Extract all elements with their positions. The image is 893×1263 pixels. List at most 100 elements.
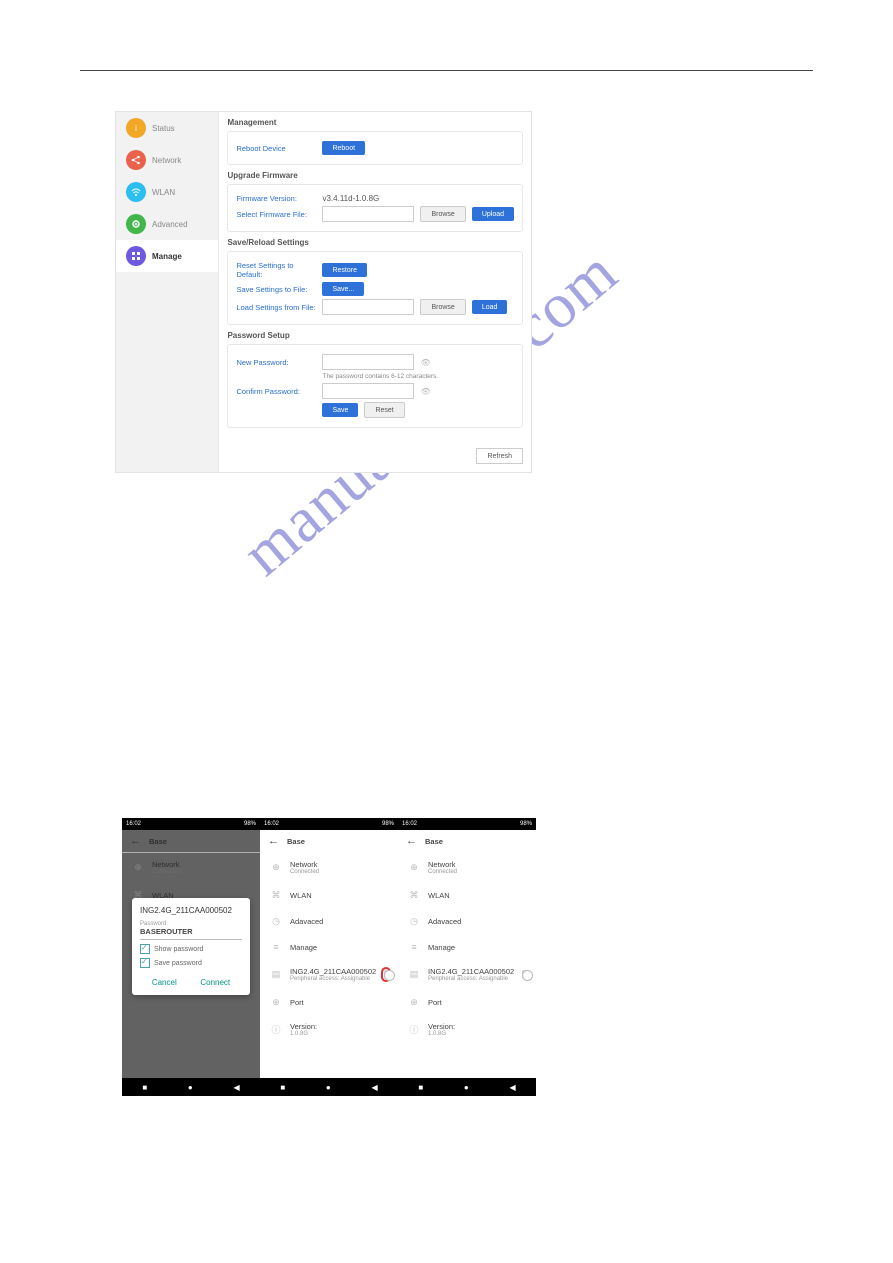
dialog-cancel-button[interactable]: Cancel xyxy=(152,978,177,987)
phone-title: Base xyxy=(287,837,305,846)
save-file-button[interactable]: Save... xyxy=(322,282,364,296)
checkbox-icon xyxy=(140,944,150,954)
router-sidebar: i Status Network WLAN Advanced Manage xyxy=(116,112,219,472)
eye-icon[interactable]: 👁 xyxy=(420,387,430,396)
upgrade-panel: Firmware Version: v3.4.11d-1.0.8G Select… xyxy=(227,184,523,232)
refresh-button[interactable]: Refresh xyxy=(476,448,523,464)
menu-item-version[interactable]: ⓘ Version: 1.0.8G xyxy=(260,1015,398,1044)
back-icon[interactable]: ← xyxy=(406,835,417,847)
phone-statusbar: 16:02 98% xyxy=(122,818,260,830)
pw-save-button[interactable]: Save xyxy=(322,403,358,417)
sidebar-item-status[interactable]: i Status xyxy=(116,112,218,144)
phone-header: ← Base xyxy=(398,830,536,853)
phone-3: 16:02 98% ← Base ⊕ Network Connected ⌘ W… xyxy=(398,818,536,1096)
sidebar-label: Advanced xyxy=(152,220,188,229)
nav-home-icon[interactable]: ● xyxy=(464,1083,469,1092)
menu-item-network[interactable]: ⊕ Network Connected xyxy=(398,853,536,882)
confirm-pw-label: Confirm Password: xyxy=(236,387,316,396)
dialog-ssid: ING2.4G_211CAA000502 xyxy=(140,906,242,915)
management-section: Management Reboot Device Reboot xyxy=(227,118,523,165)
phone-header: ← Base xyxy=(260,830,398,853)
nav-back-icon[interactable]: ◀ xyxy=(371,1083,377,1092)
manage-icon: ≡ xyxy=(408,941,420,953)
info-icon: ⓘ xyxy=(408,1024,420,1036)
phone-1: 16:02 98% ← Base ⊕ Network Connected ⌘ W… xyxy=(122,818,260,1096)
save-reload-section: Save/Reload Settings Reset Settings to D… xyxy=(227,238,523,325)
nav-home-icon[interactable]: ● xyxy=(326,1083,331,1092)
menu-item-manage[interactable]: ≡ Manage xyxy=(398,934,536,960)
save-password-checkbox[interactable]: Save password xyxy=(140,958,242,968)
menu-item-port[interactable]: ⊕ Port xyxy=(260,989,398,1015)
port-icon: ⊕ xyxy=(270,996,282,1008)
nav-back-icon[interactable]: ◀ xyxy=(233,1083,239,1092)
menu-item-device[interactable]: ▤ ING2.4G_211CAA000502 Peripheral access… xyxy=(398,960,536,989)
menu-item-wlan[interactable]: ⌘ WLAN xyxy=(260,882,398,908)
status-right: 98% xyxy=(244,821,256,827)
dialog-pw-input[interactable]: BASEROUTER xyxy=(140,927,242,940)
nav-recent-icon[interactable]: ■ xyxy=(418,1083,423,1092)
menu-item-manage[interactable]: ≡ Manage xyxy=(260,934,398,960)
status-time: 16:02 xyxy=(126,821,141,827)
nav-recent-icon[interactable]: ■ xyxy=(142,1083,147,1092)
menu-item-version[interactable]: ⓘ Version: 1.0.8G xyxy=(398,1015,536,1044)
menu-item-port[interactable]: ⊕ Port xyxy=(398,989,536,1015)
show-password-checkbox[interactable]: Show password xyxy=(140,944,242,954)
router-main: Management Reboot Device Reboot Upgrade … xyxy=(219,112,531,472)
load-browse-button[interactable]: Browse xyxy=(420,299,465,315)
sidebar-item-advanced[interactable]: Advanced xyxy=(116,208,218,240)
reboot-button[interactable]: Reboot xyxy=(322,141,365,155)
menu-item-wlan[interactable]: ⌘ WLAN xyxy=(398,882,536,908)
confirm-pw-input[interactable] xyxy=(322,383,414,399)
upgrade-section: Upgrade Firmware Firmware Version: v3.4.… xyxy=(227,171,523,232)
menu-item-advanced[interactable]: ◷ Adavaced xyxy=(398,908,536,934)
network-icon: ⊕ xyxy=(270,862,282,874)
browse-button[interactable]: Browse xyxy=(420,206,465,222)
load-button[interactable]: Load xyxy=(472,300,508,314)
new-pw-input[interactable] xyxy=(322,354,414,370)
phone-2: 16:02 98% ← Base ⊕ Network Connected ⌘ W… xyxy=(260,818,398,1096)
new-pw-label: New Password: xyxy=(236,358,316,367)
select-fw-input[interactable] xyxy=(322,206,414,222)
status-right: 98% xyxy=(382,821,394,827)
save-reload-panel: Reset Settings to Default: Restore Save … xyxy=(227,251,523,325)
menu-item-advanced[interactable]: ◷ Adavaced xyxy=(260,908,398,934)
load-file-input[interactable] xyxy=(322,299,414,315)
password-title: Password Setup xyxy=(227,331,523,340)
sidebar-label: Network xyxy=(152,156,181,165)
upload-button[interactable]: Upload xyxy=(472,207,514,221)
back-icon[interactable]: ← xyxy=(130,835,141,847)
wifi-icon: ⌘ xyxy=(270,889,282,901)
menu-item-network[interactable]: ⊕ Network Connected xyxy=(122,853,260,882)
grid-icon xyxy=(126,246,146,266)
manage-icon: ≡ xyxy=(270,941,282,953)
advanced-icon: ◷ xyxy=(408,915,420,927)
sidebar-label: Manage xyxy=(152,252,182,261)
menu-item-device[interactable]: ▤ ING2.4G_211CAA000502 Peripheral access… xyxy=(260,960,398,989)
nav-home-icon[interactable]: ● xyxy=(188,1083,193,1092)
reboot-label: Reboot Device xyxy=(236,144,316,153)
nav-back-icon[interactable]: ◀ xyxy=(509,1083,515,1092)
network-icon: ⊕ xyxy=(132,862,144,874)
sidebar-item-wlan[interactable]: WLAN xyxy=(116,176,218,208)
sidebar-label: WLAN xyxy=(152,188,175,197)
wifi-connect-dialog: ING2.4G_211CAA000502 Password BASEROUTER… xyxy=(132,898,250,995)
page-top-rule xyxy=(80,70,813,71)
sidebar-label: Status xyxy=(152,124,175,133)
dialog-connect-button[interactable]: Connect xyxy=(200,978,230,987)
info-icon: i xyxy=(126,118,146,138)
menu-item-network[interactable]: ⊕ Network Connected xyxy=(260,853,398,882)
phone-statusbar: 16:02 98% xyxy=(260,818,398,830)
pw-reset-button[interactable]: Reset xyxy=(364,402,404,418)
sidebar-item-manage[interactable]: Manage xyxy=(116,240,218,272)
restore-button[interactable]: Restore xyxy=(322,263,367,277)
device-toggle[interactable] xyxy=(384,970,388,979)
password-panel: New Password: 👁 The password contains 6-… xyxy=(227,344,523,428)
nav-recent-icon[interactable]: ■ xyxy=(280,1083,285,1092)
pw-hint: The password contains 6-12 characters. xyxy=(322,373,438,380)
back-icon[interactable]: ← xyxy=(268,835,279,847)
device-toggle[interactable] xyxy=(522,970,526,979)
info-icon: ⓘ xyxy=(270,1024,282,1036)
fw-version-value: v3.4.11d-1.0.8G xyxy=(322,194,379,203)
eye-icon[interactable]: 👁 xyxy=(420,358,430,367)
sidebar-item-network[interactable]: Network xyxy=(116,144,218,176)
